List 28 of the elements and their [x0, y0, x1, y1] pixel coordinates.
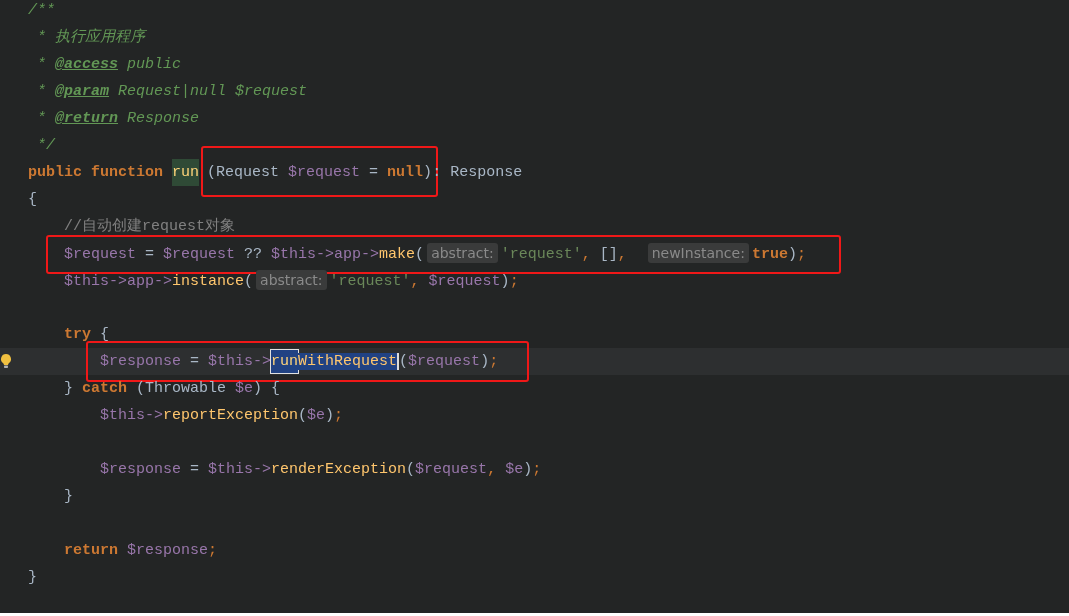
code-text: 'request', $request); [329, 273, 519, 290]
code-text: { [28, 191, 37, 208]
code-text: /** [28, 2, 55, 19]
code-text: try { [63, 326, 110, 343]
code-text: return $response; [63, 542, 218, 559]
parameter-hint: abstract: [427, 243, 498, 263]
code-text: : Response [432, 164, 523, 181]
code-text: * 执行应用程序 [36, 29, 145, 46]
code-text: //自动创建request对象 [63, 218, 236, 235]
code-text: $request = $request ?? $this->app->make( [64, 246, 425, 263]
code-text: $this->app->instance( [63, 273, 254, 290]
code-text: } catch (Throwable $e) { [63, 380, 281, 397]
code-text: 'request', [], [500, 246, 628, 263]
code-text: public function run [28, 159, 200, 186]
code-text: } [63, 488, 73, 505]
parameter-hint: newInstance: [647, 243, 749, 263]
code-text: (Request $request = null) [207, 164, 433, 181]
lightbulb-icon[interactable] [0, 353, 12, 369]
code-text: $response = $this->runWithRequest($request); [100, 350, 499, 373]
code-text: * @access public [36, 56, 182, 73]
code-text: $this->reportException($e); [99, 407, 344, 424]
code-text: true); [751, 246, 806, 263]
code-text: */ [36, 137, 55, 154]
code-text: * @param Request|null $request [36, 83, 308, 100]
code-text: } [28, 569, 37, 586]
parameter-hint: abstract: [256, 270, 327, 290]
code-text: * @return Response [36, 110, 200, 127]
code-text: $response = $this->renderException($request, $e); [99, 461, 542, 478]
